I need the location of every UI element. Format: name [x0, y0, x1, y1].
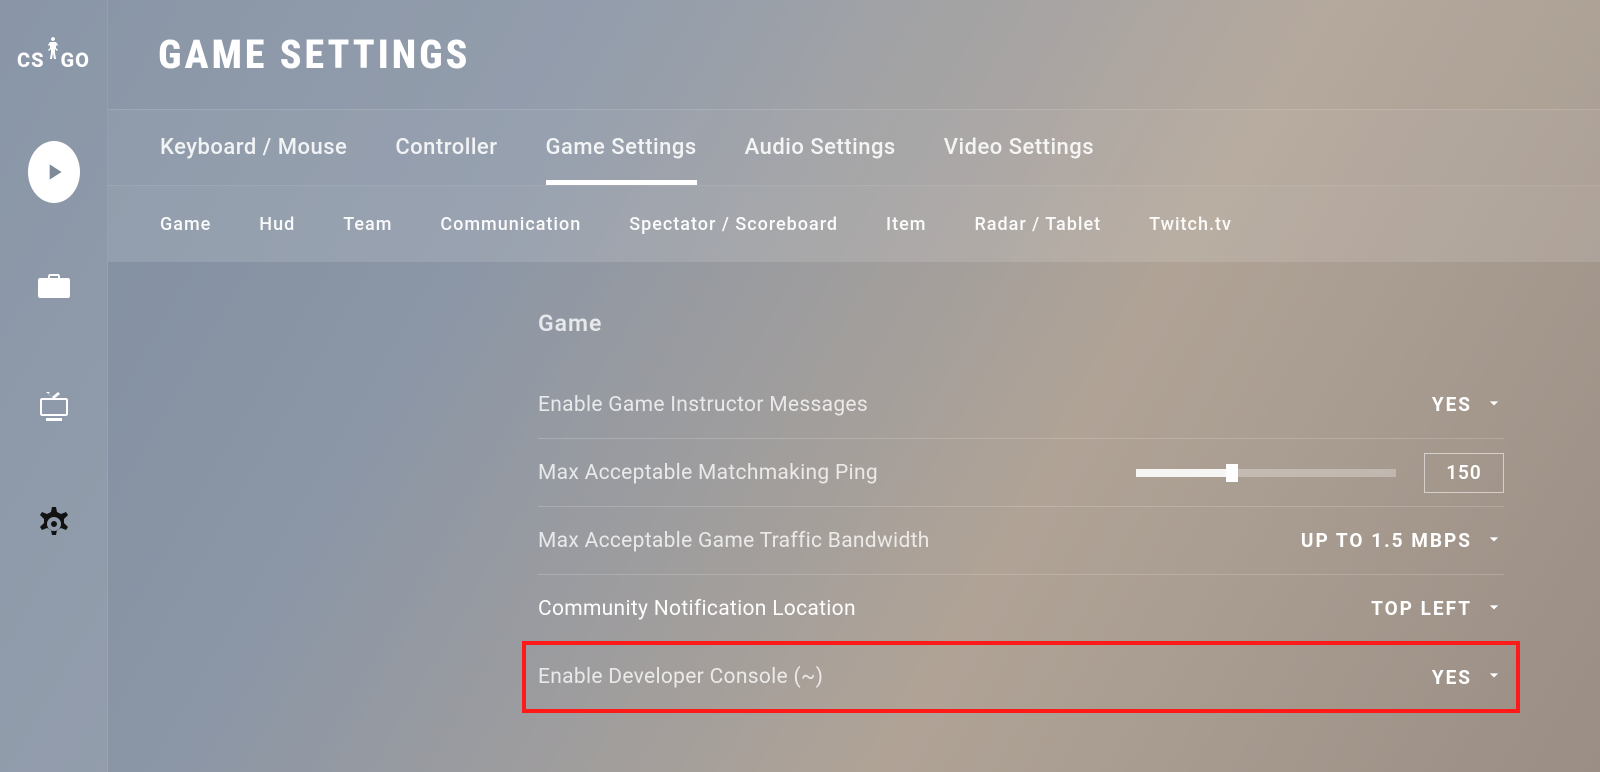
dropdown-value: UP TO 1.5 MBPS	[1301, 529, 1472, 552]
page-title: GAME SETTINGS	[158, 31, 470, 78]
subtab-label: Hud	[259, 214, 295, 235]
tab-label: Game Settings	[546, 135, 697, 160]
subtab-label: Radar / Tablet	[974, 214, 1101, 235]
chevron-down-icon	[1484, 597, 1504, 621]
tab-video-settings[interactable]: Video Settings	[944, 110, 1094, 185]
subtab-radar-tablet[interactable]: Radar / Tablet	[974, 214, 1101, 235]
subtab-label: Spectator / Scoreboard	[629, 214, 838, 235]
settings-rows: Enable Game Instructor Messages YES Max Ac…	[538, 371, 1504, 711]
tab-game-settings[interactable]: Game Settings	[546, 110, 697, 185]
subtab-label: Team	[343, 214, 392, 235]
chevron-down-icon	[1484, 393, 1504, 417]
setting-row: Community Notification Location TOP LEFT	[538, 575, 1504, 643]
sidebar: CS GO	[0, 0, 108, 772]
setting-label: Community Notification Location	[538, 597, 856, 621]
app-root: CS GO GAME SETTI	[0, 0, 1600, 772]
primary-tabs: Keyboard / Mouse Controller Game Settings A…	[108, 110, 1600, 186]
chevron-down-icon	[1484, 529, 1504, 553]
tab-keyboard-mouse[interactable]: Keyboard / Mouse	[160, 110, 347, 185]
setting-control[interactable]: 150	[1136, 453, 1504, 493]
tab-label: Video Settings	[944, 135, 1094, 160]
watch-button[interactable]	[28, 382, 80, 434]
slider-thumb[interactable]	[1226, 464, 1238, 482]
page-header: GAME SETTINGS	[108, 0, 1600, 110]
subtab-label: Game	[160, 214, 211, 235]
setting-label: Max Acceptable Game Traffic Bandwidth	[538, 529, 930, 553]
subtab-label: Communication	[440, 214, 581, 235]
csgo-logo: CS GO	[17, 40, 90, 80]
inventory-button[interactable]	[28, 264, 80, 316]
slider-fill	[1136, 469, 1232, 477]
setting-row: Max Acceptable Game Traffic Bandwidth UP …	[538, 507, 1504, 575]
setting-control[interactable]: TOP LEFT	[1371, 597, 1504, 621]
subtab-team[interactable]: Team	[343, 214, 392, 235]
subtab-item[interactable]: Item	[886, 214, 926, 235]
slider-value-box[interactable]: 150	[1424, 453, 1504, 493]
setting-label: Enable Game Instructor Messages	[538, 393, 868, 417]
setting-control[interactable]: UP TO 1.5 MBPS	[1301, 529, 1504, 553]
play-button[interactable]	[28, 146, 80, 198]
slider-track[interactable]	[1136, 469, 1396, 477]
subtab-hud[interactable]: Hud	[259, 214, 295, 235]
setting-control[interactable]: YES	[1432, 665, 1504, 689]
subtab-game[interactable]: Game	[160, 214, 211, 235]
subtab-communication[interactable]: Communication	[440, 214, 581, 235]
tab-controller[interactable]: Controller	[395, 110, 497, 185]
briefcase-icon	[34, 268, 74, 312]
subtab-label: Item	[886, 214, 926, 235]
setting-row: Enable Developer Console (~) YES	[538, 643, 1504, 711]
settings-content: Game Enable Game Instructor Messages YES M…	[108, 262, 1600, 772]
section-heading: Game	[538, 310, 1504, 337]
subtab-twitch-tv[interactable]: Twitch.tv	[1149, 214, 1232, 235]
tab-audio-settings[interactable]: Audio Settings	[745, 110, 896, 185]
main-area: GAME SETTINGS Keyboard / Mouse Controller…	[108, 0, 1600, 772]
logo-text-cs: CS	[17, 48, 45, 72]
gear-icon	[34, 504, 74, 548]
play-icon	[28, 141, 80, 203]
tab-label: Keyboard / Mouse	[160, 135, 347, 160]
setting-label: Max Acceptable Matchmaking Ping	[538, 461, 878, 485]
subtab-label: Twitch.tv	[1149, 214, 1232, 235]
setting-row: Enable Game Instructor Messages YES	[538, 371, 1504, 439]
chevron-down-icon	[1484, 665, 1504, 689]
tv-icon	[34, 386, 74, 430]
setting-label: Enable Developer Console (~)	[538, 665, 823, 689]
dropdown-value: TOP LEFT	[1371, 597, 1472, 620]
sub-tabs: Game Hud Team Communication Spectator / Scor…	[108, 186, 1600, 262]
logo-soldier-icon	[45, 36, 61, 65]
dropdown-value: YES	[1432, 393, 1472, 416]
logo-text-go: GO	[61, 48, 90, 72]
subtab-spectator-scoreboard[interactable]: Spectator / Scoreboard	[629, 214, 838, 235]
settings-button[interactable]	[28, 500, 80, 552]
setting-control[interactable]: YES	[1432, 393, 1504, 417]
dropdown-value: YES	[1432, 666, 1472, 689]
tab-label: Audio Settings	[745, 135, 896, 160]
tab-label: Controller	[395, 135, 497, 160]
setting-row: Max Acceptable Matchmaking Ping 150	[538, 439, 1504, 507]
